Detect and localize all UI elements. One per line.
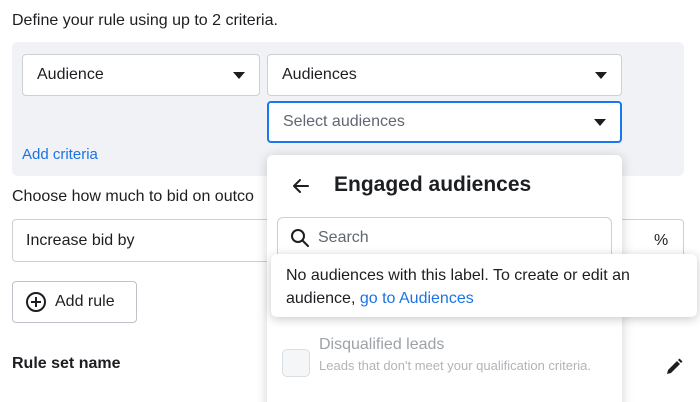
picker-title: Engaged audiences xyxy=(334,173,532,196)
audience-search-input[interactable]: Search xyxy=(277,217,612,259)
rule-set-name-label: Rule set name xyxy=(12,355,121,372)
criteria-field-value: Audience xyxy=(37,66,104,83)
criteria-type-select[interactable]: Audiences xyxy=(267,54,622,96)
percent-unit: % xyxy=(654,232,669,249)
no-audiences-tooltip: No audiences with this label. To create … xyxy=(271,254,697,317)
disqualified-leads-checkbox[interactable] xyxy=(282,349,310,377)
select-audiences-dropdown[interactable]: Select audiences xyxy=(267,101,622,143)
back-arrow-icon[interactable] xyxy=(290,175,312,197)
add-criteria-link[interactable]: Add criteria xyxy=(22,146,98,163)
bid-instructions: Choose how much to bid on outco xyxy=(12,188,254,205)
list-item-title: Disqualified leads xyxy=(319,336,445,353)
add-rule-label: Add rule xyxy=(55,293,115,310)
add-rule-button[interactable]: Add rule xyxy=(12,281,137,323)
bid-action-value: Increase bid by xyxy=(26,232,135,249)
chevron-down-icon xyxy=(595,71,607,79)
chevron-down-icon xyxy=(233,71,245,79)
criteria-field-select[interactable]: Audience xyxy=(22,54,260,96)
criteria-type-value: Audiences xyxy=(282,66,357,83)
go-to-audiences-link[interactable]: go to Audiences xyxy=(360,290,474,307)
search-icon xyxy=(291,229,309,247)
chevron-down-icon xyxy=(594,118,606,126)
criteria-instructions: Define your rule using up to 2 criteria. xyxy=(12,12,278,29)
plus-circle-icon xyxy=(26,292,46,312)
list-item-description: Leads that don't meet your qualification… xyxy=(319,358,592,373)
search-placeholder: Search xyxy=(318,229,369,246)
pencil-icon[interactable] xyxy=(664,357,684,377)
select-audiences-placeholder: Select audiences xyxy=(283,113,405,130)
